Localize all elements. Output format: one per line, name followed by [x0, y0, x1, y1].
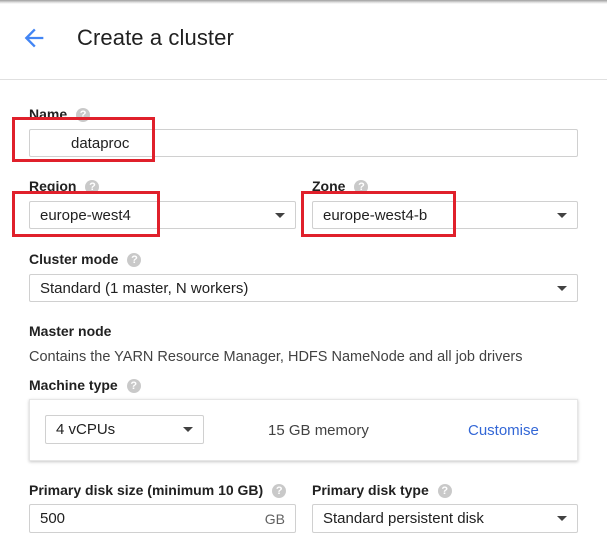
- help-icon[interactable]: ?: [127, 253, 142, 267]
- dropdown-arrow-icon: [557, 286, 567, 291]
- region-select-value: europe-west4: [40, 207, 131, 224]
- machine-type-label-text: Machine type: [29, 377, 118, 393]
- machine-type-select[interactable]: 4 vCPUs: [45, 415, 204, 444]
- dropdown-arrow-icon: [557, 516, 567, 521]
- master-node-heading: Master node: [29, 323, 112, 339]
- region-label: Region?: [29, 178, 100, 194]
- primary-disk-size-value: 500: [40, 510, 66, 527]
- memory-text: 15 GB memory: [268, 422, 369, 439]
- back-arrow-icon[interactable]: [20, 24, 48, 52]
- help-icon[interactable]: ?: [437, 484, 452, 498]
- header-divider: [0, 79, 607, 80]
- primary-disk-type-label-text: Primary disk type: [312, 482, 429, 498]
- name-input[interactable]: dataproc: [29, 129, 578, 157]
- help-icon[interactable]: ?: [76, 108, 91, 122]
- primary-disk-size-label: Primary disk size (minimum 10 GB)?: [29, 482, 287, 498]
- page-title: Create a cluster: [77, 25, 234, 50]
- primary-disk-type-label: Primary disk type?: [312, 482, 452, 498]
- name-input-value: dataproc: [71, 135, 130, 152]
- cluster-mode-select[interactable]: Standard (1 master, N workers): [29, 274, 578, 302]
- zone-label-text: Zone: [312, 178, 346, 194]
- cluster-mode-select-value: Standard (1 master, N workers): [40, 280, 249, 297]
- help-icon[interactable]: ?: [354, 180, 369, 194]
- cluster-mode-label: Cluster mode?: [29, 251, 142, 267]
- zone-select[interactable]: europe-west4-b: [312, 201, 578, 229]
- help-icon[interactable]: ?: [85, 180, 100, 194]
- primary-disk-size-input[interactable]: 500 GB: [29, 504, 296, 533]
- name-label-text: Name: [29, 106, 68, 122]
- dropdown-arrow-icon: [183, 427, 193, 432]
- master-node-description: Contains the YARN Resource Manager, HDFS…: [29, 349, 523, 365]
- primary-disk-size-label-text: Primary disk size (minimum 10 GB): [29, 482, 264, 498]
- help-icon[interactable]: ?: [126, 379, 141, 393]
- primary-disk-type-select-value: Standard persistent disk: [323, 510, 484, 527]
- zone-select-value: europe-west4-b: [323, 207, 428, 224]
- primary-disk-type-select[interactable]: Standard persistent disk: [312, 504, 578, 533]
- name-label: Name?: [29, 106, 91, 122]
- machine-type-label: Machine type?: [29, 377, 141, 393]
- machine-type-select-value: 4 vCPUs: [56, 421, 116, 438]
- region-select[interactable]: europe-west4: [29, 201, 296, 229]
- customise-link[interactable]: Customise: [468, 422, 539, 439]
- dropdown-arrow-icon: [275, 213, 285, 218]
- disk-unit-label: GB: [264, 511, 285, 527]
- dropdown-arrow-icon: [557, 213, 567, 218]
- help-icon[interactable]: ?: [272, 484, 287, 498]
- cluster-mode-label-text: Cluster mode: [29, 251, 119, 267]
- region-label-text: Region: [29, 178, 77, 194]
- zone-label: Zone?: [312, 178, 369, 194]
